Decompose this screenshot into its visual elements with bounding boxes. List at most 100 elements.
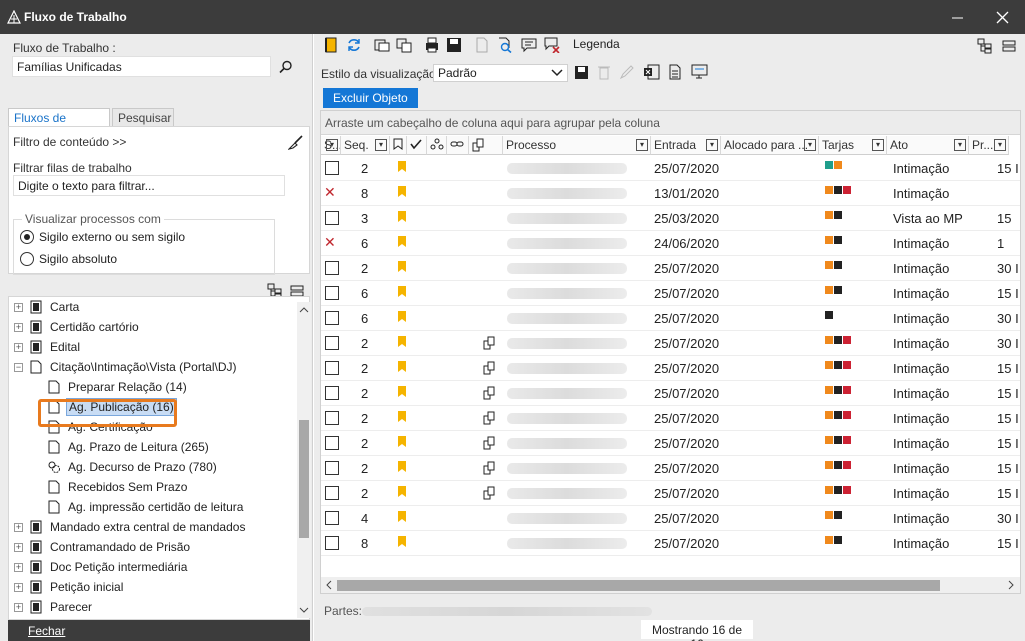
table-row[interactable]: 2 25/07/2020 Intimação 15 I <box>321 156 1020 181</box>
table-row[interactable]: 6 25/07/2020 Intimação 30 I <box>321 306 1020 331</box>
expand-node-icon[interactable]: + <box>14 322 23 332</box>
column-filter-icon[interactable]: ▾ <box>326 139 338 151</box>
tree-item[interactable]: Preparar Relação (14) <box>47 377 189 397</box>
workflow-field[interactable]: Famílias Unificadas <box>12 56 271 77</box>
column-header-icon-col[interactable] <box>390 136 407 155</box>
column-header[interactable]: Pr... ▾ <box>969 136 1009 155</box>
tree-item[interactable]: + Doc Petição intermediária <box>14 557 189 577</box>
toolbar-action-2[interactable] <box>395 36 413 54</box>
tree-item[interactable]: Ag. Prazo de Leitura (265) <box>47 437 211 457</box>
column-header[interactable]: Seq. ▾ <box>341 136 390 155</box>
expand-node-icon[interactable]: + <box>14 542 23 552</box>
close-button[interactable]: Fechar <box>8 620 310 641</box>
toolbar-action-1[interactable] <box>373 36 391 54</box>
table-row[interactable]: ✕ 6 24/06/2020 Intimação 1 <box>321 231 1020 256</box>
row-checkbox[interactable] <box>325 436 339 450</box>
view-style-select[interactable]: Padrão <box>433 64 568 82</box>
table-row[interactable]: 2 25/07/2020 Intimação 30 I <box>321 256 1020 281</box>
column-header-icon-col[interactable] <box>469 136 503 155</box>
table-row[interactable]: 6 25/07/2020 Intimação 15 I <box>321 281 1020 306</box>
expand-node-icon[interactable]: + <box>14 602 23 612</box>
filter-queues-input[interactable]: Digite o texto para filtrar... <box>13 175 285 196</box>
tree-item[interactable]: + Petição inicial <box>14 577 125 597</box>
row-checkbox[interactable] <box>325 361 339 375</box>
table-row[interactable]: 4 25/07/2020 Intimação 30 I <box>321 506 1020 531</box>
tree-item[interactable]: + Edital <box>14 337 82 357</box>
row-checkbox[interactable] <box>325 311 339 325</box>
tree-item[interactable]: Recebidos Sem Prazo <box>47 477 189 497</box>
row-checkbox[interactable] <box>325 211 339 225</box>
table-row[interactable]: 2 25/07/2020 Intimação 15 I <box>321 356 1020 381</box>
expand-node-icon[interactable]: + <box>14 522 23 532</box>
column-header[interactable]: Ato ▾ <box>887 136 969 155</box>
grid-scrollbar-thumb[interactable] <box>337 580 940 591</box>
column-header-icon-col[interactable] <box>427 136 447 155</box>
delete-view-button[interactable] <box>595 63 613 81</box>
search-button[interactable] <box>277 58 295 76</box>
save-view-button[interactable] <box>572 63 590 81</box>
row-checkbox[interactable] <box>325 261 339 275</box>
content-filter-toggle[interactable]: Filtro de conteúdo >> <box>13 135 126 149</box>
row-checkbox[interactable] <box>325 411 339 425</box>
expand-node-icon[interactable]: + <box>14 562 23 572</box>
delete-comment-button[interactable] <box>543 36 561 54</box>
tree-item[interactable]: + Mandado extra central de mandados <box>14 517 247 537</box>
column-header[interactable]: S... ▾ <box>321 136 341 155</box>
toolbar-collapse-button[interactable] <box>1000 37 1018 55</box>
refresh-button[interactable] <box>345 36 363 54</box>
edit-view-button[interactable] <box>618 63 636 81</box>
print-button[interactable] <box>423 36 441 54</box>
table-row[interactable]: 2 25/07/2020 Intimação 15 I <box>321 481 1020 506</box>
tab-pesquisar[interactable]: Pesquisar <box>112 108 174 127</box>
column-filter-icon[interactable]: ▾ <box>804 139 816 151</box>
legend-button[interactable]: Legenda <box>573 37 620 51</box>
export-excel-button[interactable] <box>642 63 660 81</box>
table-row[interactable]: 2 25/07/2020 Intimação 15 I <box>321 406 1020 431</box>
column-header[interactable]: Tarjas ▾ <box>819 136 887 155</box>
tree-scrollbar-thumb[interactable] <box>299 420 309 538</box>
minimize-button[interactable] <box>934 0 980 34</box>
tree-item[interactable]: + Contramandado de Prisão <box>14 537 192 557</box>
column-filter-icon[interactable]: ▾ <box>872 139 884 151</box>
column-header[interactable]: Entrada ▾ <box>651 136 721 155</box>
linked-doc-icon[interactable] <box>483 486 495 503</box>
find-document-button[interactable] <box>496 36 514 54</box>
column-header[interactable]: Alocado para ... ▾ <box>721 136 819 155</box>
table-row[interactable]: 2 25/07/2020 Intimação 30 I <box>321 331 1020 356</box>
tree-item[interactable]: Ag. impressão certidão de leitura <box>47 497 245 517</box>
toolbar-action-disabled[interactable] <box>473 36 491 54</box>
new-folder-button[interactable] <box>322 36 340 54</box>
table-row[interactable]: 3 25/03/2020 Vista ao MP 15 <box>321 206 1020 231</box>
toolbar-expand-button[interactable] <box>976 37 994 55</box>
column-header-icon-col[interactable] <box>407 136 427 155</box>
row-checkbox[interactable] <box>325 461 339 475</box>
tab-fluxos[interactable]: Fluxos de trabalho <box>8 108 110 139</box>
save-to-disk-button[interactable] <box>445 36 463 54</box>
linked-doc-icon[interactable] <box>483 411 495 428</box>
tree-scrollbar[interactable] <box>297 302 311 618</box>
table-row[interactable]: 2 25/07/2020 Intimação 15 I <box>321 381 1020 406</box>
group-by-area[interactable]: Arraste um cabeçalho de coluna aqui para… <box>321 111 1020 135</box>
radio-sigilo-externo[interactable]: Sigilo externo ou sem sigilo <box>20 230 185 244</box>
linked-doc-icon[interactable] <box>483 386 495 403</box>
column-filter-icon[interactable]: ▾ <box>636 139 648 151</box>
table-row[interactable]: 8 25/07/2020 Intimação 15 I <box>321 531 1020 556</box>
grid-horizontal-scrollbar[interactable] <box>321 577 1020 593</box>
row-checkbox[interactable] <box>325 511 339 525</box>
delete-object-button[interactable]: Excluir Objeto <box>323 88 418 108</box>
row-checkbox[interactable] <box>325 486 339 500</box>
linked-doc-icon[interactable] <box>483 436 495 453</box>
clear-filter-button[interactable] <box>287 133 305 151</box>
expand-node-icon[interactable]: + <box>14 342 23 352</box>
column-header-icon-col[interactable] <box>447 136 469 155</box>
row-checkbox[interactable] <box>325 386 339 400</box>
radio-sigilo-absoluto[interactable]: Sigilo absoluto <box>20 252 117 266</box>
export-document-button[interactable] <box>666 63 684 81</box>
row-checkbox[interactable] <box>325 286 339 300</box>
screen-button[interactable] <box>690 63 708 81</box>
column-filter-icon[interactable]: ▾ <box>954 139 966 151</box>
row-checkbox[interactable] <box>325 336 339 350</box>
tree-item[interactable]: Ag. Decurso de Prazo (780) <box>47 457 219 477</box>
column-filter-icon[interactable]: ▾ <box>994 139 1006 151</box>
linked-doc-icon[interactable] <box>483 361 495 378</box>
